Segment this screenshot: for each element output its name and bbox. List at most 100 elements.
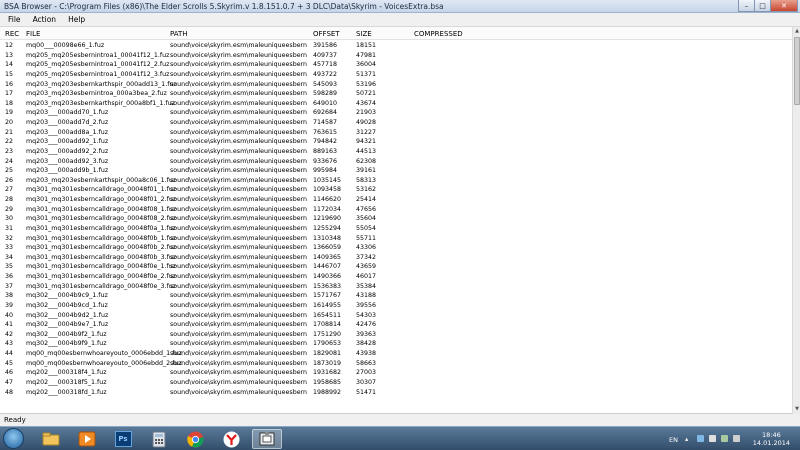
table-row[interactable]: 25 mq203___000add9b_1.fuz sound\voice\skyr…: [0, 166, 792, 176]
table-row[interactable]: 32 mq301_mq301esberncalldrago_00048f0b_1.…: [0, 234, 792, 244]
cell-rec: 40: [5, 311, 14, 319]
chrome-icon[interactable]: [180, 429, 210, 449]
cell-size: 46017: [356, 273, 377, 280]
table-row[interactable]: 20 mq203___000add7d_2.fuz sound\voice\skyr…: [0, 118, 792, 128]
table-row[interactable]: 43 mq302___0004b9f9_1.fuz sound\voice\skyr…: [0, 339, 792, 349]
file-list[interactable]: REC FILE PATH OFFSET SIZE COMPRESSED 12 m…: [0, 27, 800, 414]
cell-size: 44513: [356, 147, 377, 155]
cell-path: sound\voice\skyrim.esm\maleuniqueesbern: [170, 292, 308, 300]
table-row[interactable]: 28 mq301_mq301esberncalldrago_00048f01_2.…: [0, 195, 792, 205]
menu-file[interactable]: File: [2, 15, 27, 24]
cell-path: sound\voice\skyrim.esm\maleuniqueesbern: [170, 138, 308, 146]
volume-icon[interactable]: [709, 435, 716, 442]
column-header-offset[interactable]: OFFSET: [313, 30, 340, 38]
column-header-compressed[interactable]: COMPRESSED: [414, 30, 463, 38]
windows-explorer-icon[interactable]: [36, 429, 66, 449]
maximize-button[interactable]: □: [754, 0, 771, 12]
table-row[interactable]: 41 mq302___0004b9e7_1.fuz sound\voice\skyr…: [0, 320, 792, 330]
cell-offset: 409737: [313, 51, 338, 59]
menu-help[interactable]: Help: [62, 15, 91, 24]
cell-rec: 48: [5, 388, 14, 396]
cell-offset: 692684: [313, 109, 338, 117]
scroll-up-icon[interactable]: ▲: [793, 27, 800, 36]
cell-size: 58663: [356, 359, 377, 367]
clock[interactable]: 18:46 14.01.2014: [753, 431, 790, 447]
table-row[interactable]: 29 mq301_mq301esberncalldrago_00048f08_1.…: [0, 205, 792, 215]
cell-rec: 44: [5, 350, 14, 357]
table-row[interactable]: 15 mq205_mq205esbernintroa1_00041f12_3.fu…: [0, 70, 792, 80]
tray-app-icon[interactable]: [721, 435, 728, 442]
table-row[interactable]: 33 mq301_mq301esberncalldrago_00048f0b_2.…: [0, 243, 792, 253]
media-player-icon[interactable]: [72, 429, 102, 449]
network-icon[interactable]: [697, 435, 704, 442]
cell-offset: 1409365: [313, 253, 342, 261]
minimize-button[interactable]: –: [738, 0, 755, 12]
cell-rec: 39: [5, 301, 14, 309]
tray-arrow-icon[interactable]: ▴: [685, 435, 692, 443]
bsa-browser-icon[interactable]: [252, 429, 282, 449]
table-row[interactable]: 13 mq205_mq205esbernintroa1_00041f12_1.fu…: [0, 51, 792, 61]
table-row[interactable]: 42 mq302___0004b9f2_1.fuz sound\voice\skyr…: [0, 330, 792, 340]
table-row[interactable]: 24 mq203___000add92_3.fuz sound\voice\skyr…: [0, 157, 792, 167]
tray-flag-icon[interactable]: [733, 435, 740, 442]
column-header-file[interactable]: FILE: [26, 30, 40, 38]
cell-size: 39556: [356, 301, 377, 309]
cell-size: 55711: [356, 234, 377, 242]
cell-path: sound\voice\skyrim.esm\maleuniqueesbern: [170, 282, 308, 290]
photoshop-icon[interactable]: Ps: [108, 429, 138, 449]
cell-size: 42476: [356, 321, 377, 329]
cell-offset: 763615: [313, 128, 338, 136]
table-row[interactable]: 39 mq302___0004b9cd_1.fuz sound\voice\skyr…: [0, 301, 792, 311]
cell-path: sound\voice\skyrim.esm\maleuniqueesbern: [170, 263, 308, 271]
table-row[interactable]: 16 mq203_mq203esbernkarthspir_000add13_1.…: [0, 80, 792, 90]
table-row[interactable]: 44 mq00_mq00esbernwhoareyouto_0006ebdd_1.…: [0, 349, 792, 359]
table-row[interactable]: 27 mq301_mq301esberncalldrago_00048f01_1.…: [0, 185, 792, 195]
table-row[interactable]: 47 mq202___000318f5_1.fuz sound\voice\skyr…: [0, 378, 792, 388]
table-row[interactable]: 35 mq301_mq301esberncalldrago_00048f0e_1.…: [0, 262, 792, 272]
column-header-path[interactable]: PATH: [170, 30, 188, 38]
table-row[interactable]: 45 mq00_mq00esbernwhoareyouto_0006ebdd_2.…: [0, 359, 792, 369]
yandex-browser-icon[interactable]: [216, 429, 246, 449]
cell-path: sound\voice\skyrim.esm\maleuniqueesbern: [170, 167, 308, 175]
table-row[interactable]: 12 mq00___00098e66_1.fuz sound\voice\skyri…: [0, 41, 792, 51]
cell-offset: 1446707: [313, 263, 342, 271]
table-row[interactable]: 17 mq203_mq203esbernintroa_000a3bea_2.fuz…: [0, 89, 792, 99]
close-button[interactable]: ✕: [770, 0, 798, 12]
column-header-size[interactable]: SIZE: [356, 30, 372, 38]
table-row[interactable]: 22 mq203___000add92_1.fuz sound\voice\skyr…: [0, 137, 792, 147]
table-row[interactable]: 18 mq203_mq203esbernkarthspir_000a8bf1_1.…: [0, 99, 792, 109]
title-bar[interactable]: BSA Browser - C:\Program Files (x86)\The…: [0, 0, 800, 13]
cell-size: 25414: [356, 196, 377, 203]
table-row[interactable]: 36 mq301_mq301esberncalldrago_00048f0e_2.…: [0, 272, 792, 282]
table-row[interactable]: 30 mq301_mq301esberncalldrago_00048f08_2.…: [0, 214, 792, 224]
cell-rec: 36: [5, 273, 14, 280]
cell-path: sound\voice\skyrim.esm\maleuniqueesbern: [170, 253, 308, 261]
cell-path: sound\voice\skyrim.esm\maleuniqueesbern: [170, 176, 308, 184]
table-row[interactable]: 19 mq203___000add70_1.fuz sound\voice\skyr…: [0, 108, 792, 118]
language-indicator[interactable]: EN: [669, 436, 678, 444]
start-button[interactable]: [3, 428, 24, 449]
menu-action[interactable]: Action: [27, 15, 63, 24]
table-row[interactable]: 21 mq203___000add8a_1.fuz sound\voice\skyr…: [0, 128, 792, 138]
cell-size: 39161: [356, 167, 377, 175]
table-row[interactable]: 34 mq301_mq301esberncalldrago_00048f0b_3.…: [0, 253, 792, 263]
table-row[interactable]: 46 mq202___000318f4_1.fuz sound\voice\skyr…: [0, 368, 792, 378]
cell-size: 55054: [356, 224, 377, 232]
cell-rec: 47: [5, 378, 14, 386]
scrollbar-thumb[interactable]: [794, 37, 800, 105]
table-row[interactable]: 31 mq301_mq301esberncalldrago_00048f0a_1.…: [0, 224, 792, 234]
table-row[interactable]: 37 mq301_mq301esberncalldrago_00048f0e_3.…: [0, 282, 792, 292]
table-row[interactable]: 14 mq205_mq205esbernintroa1_00041f12_2.fu…: [0, 60, 792, 70]
cell-size: 58313: [356, 176, 377, 184]
table-row[interactable]: 26 mq203_mq203esbernkarthspir_000a8c06_1.…: [0, 176, 792, 186]
vertical-scrollbar[interactable]: ▲ ▼: [792, 27, 800, 414]
table-row[interactable]: 38 mq302___0004b9c9_1.fuz sound\voice\skyr…: [0, 291, 792, 301]
table-row[interactable]: 48 mq202___000318fd_1.fuz sound\voice\skyr…: [0, 388, 792, 398]
table-row[interactable]: 23 mq203___000add92_2.fuz sound\voice\skyr…: [0, 147, 792, 157]
cell-file: mq203___000add92_2.fuz: [26, 147, 109, 155]
calculator-icon[interactable]: [144, 429, 174, 449]
cell-offset: 493722: [313, 70, 338, 78]
column-header-rec[interactable]: REC: [5, 30, 19, 38]
scroll-down-icon[interactable]: ▼: [793, 405, 800, 414]
table-row[interactable]: 40 mq302___0004b9d2_1.fuz sound\voice\skyr…: [0, 311, 792, 321]
